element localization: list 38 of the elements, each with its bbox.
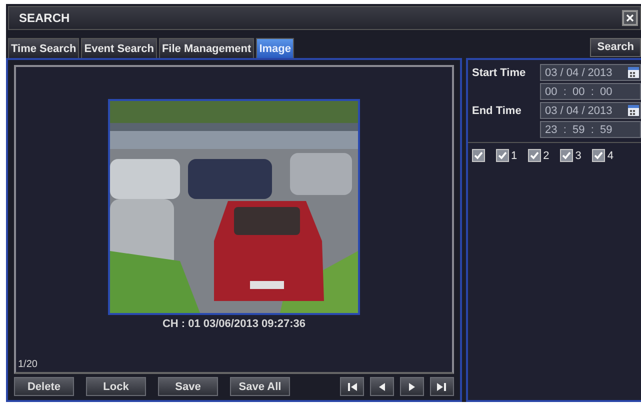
channel-label: 2 (543, 150, 550, 162)
image-counter: 1/20 (18, 359, 38, 370)
time-field[interactable]: 00 : 00 : 00 (540, 83, 641, 100)
field-label: Start Time (472, 66, 527, 81)
date-field[interactable]: 03 / 04 / 2013 (540, 64, 641, 81)
channel-label: 1 (511, 150, 518, 162)
next-icon (407, 382, 417, 392)
action-button[interactable]: Save All (230, 377, 290, 396)
previous-icon (377, 382, 387, 392)
tab[interactable]: Event Search (81, 38, 157, 58)
nav-button[interactable] (430, 377, 454, 396)
nav-button[interactable] (370, 377, 394, 396)
channel-label: 4 (607, 150, 614, 162)
time-field[interactable]: 23 : 59 : 59 (540, 121, 641, 138)
tab[interactable]: Time Search (8, 38, 80, 58)
nav-button[interactable] (340, 377, 364, 396)
search-button[interactable]: Search (590, 38, 641, 56)
channel-checkbox[interactable] (496, 149, 509, 162)
action-button[interactable]: Delete (14, 377, 74, 396)
action-button[interactable]: Lock (86, 377, 146, 396)
tab[interactable]: Image (256, 38, 294, 58)
select-all-checkbox[interactable] (472, 149, 485, 162)
calendar-icon[interactable] (628, 67, 639, 78)
action-button[interactable]: Save (158, 377, 218, 396)
image-caption: CH : 01 03/06/2013 09:27:36 (162, 318, 306, 330)
field-label: End Time (472, 104, 522, 119)
channel-checkbox[interactable] (560, 149, 574, 162)
tab[interactable]: File Management (158, 38, 254, 58)
channel-label: 3 (575, 150, 582, 162)
last-icon (437, 382, 447, 392)
first-icon (347, 382, 357, 392)
date-field[interactable]: 03 / 04 / 2013 (540, 102, 641, 119)
channel-checkbox[interactable] (592, 149, 606, 162)
close-icon[interactable] (622, 10, 638, 26)
calendar-icon[interactable] (628, 105, 639, 116)
channel-checkbox[interactable] (528, 149, 542, 162)
nav-button[interactable] (400, 377, 424, 396)
window-title: SEARCH (19, 11, 70, 25)
